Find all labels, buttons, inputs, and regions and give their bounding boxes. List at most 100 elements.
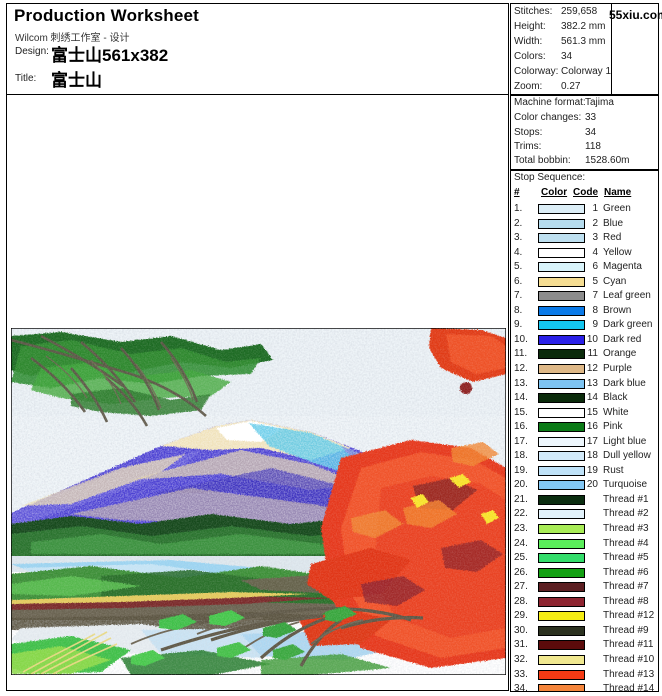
stop-sequence-row[interactable]: 3. 3 Red (511, 231, 658, 246)
machine-info-panel: Machine format: Tajima Color changes: 33 S… (510, 95, 659, 170)
thread-name: Thread #11 (603, 639, 654, 651)
stop-sequence-row[interactable]: 23. Thread #3 (511, 522, 658, 537)
mount-fuji-embroidery-svg (11, 328, 506, 675)
stat-value-width: 561.3 mm (561, 36, 606, 47)
stop-sequence-row[interactable]: 29. Thread #12 (511, 609, 658, 624)
row-number: 5. (514, 261, 523, 273)
stop-sequence-row[interactable]: 25. Thread #5 (511, 551, 658, 566)
thread-code: 12 (586, 363, 598, 375)
thread-name: Dark blue (603, 377, 646, 389)
stop-sequence-row[interactable]: 10. 10 Dark red (511, 333, 658, 348)
stop-sequence-row[interactable]: 33. Thread #13 (511, 668, 658, 683)
stop-sequence-row[interactable]: 6. 5 Cyan (511, 275, 658, 290)
stop-sequence-row[interactable]: 2. 2 Blue (511, 217, 658, 232)
stop-sequence-row[interactable]: 15. 15 White (511, 406, 658, 421)
thread-name: Thread #10 (603, 653, 655, 665)
row-number: 17. (514, 435, 528, 447)
thread-color-swatch[interactable] (538, 640, 585, 651)
thread-color-swatch[interactable] (538, 553, 585, 564)
row-number: 13. (514, 377, 528, 389)
stop-sequence-row[interactable]: 9. 9 Dark green (511, 318, 658, 333)
machine-label-total-bobbin: Total bobbin: (514, 155, 571, 166)
thread-name: Turquoise (603, 479, 648, 491)
thread-name: Thread #13 (603, 668, 655, 680)
stop-sequence-row[interactable]: 8. 8 Brown (511, 304, 658, 319)
stop-sequence-row[interactable]: 30. Thread #9 (511, 624, 658, 639)
thread-code: 4 (592, 246, 598, 258)
stop-sequence-row[interactable]: 34. Thread #14 (511, 682, 658, 691)
stat-label-zoom: Zoom: (514, 81, 543, 92)
stat-value-colors: 34 (561, 51, 573, 62)
stop-sequence-row[interactable]: 28. Thread #8 (511, 595, 658, 610)
title-value: 富士山 (51, 71, 102, 90)
thread-name: Thread #4 (603, 537, 649, 549)
production-worksheet-page: Production Worksheet Wilcom 刺绣工作室 - 设计 D… (0, 0, 662, 696)
row-number: 26. (514, 566, 528, 578)
row-number: 24. (514, 537, 528, 549)
stop-sequence-row[interactable]: 21. Thread #1 (511, 493, 658, 508)
thread-color-swatch[interactable] (538, 567, 585, 578)
thread-color-swatch[interactable] (538, 669, 585, 680)
stop-sequence-row[interactable]: 27. Thread #7 (511, 580, 658, 595)
row-number: 12. (514, 363, 528, 375)
design-canvas (6, 95, 509, 691)
design-value: 富士山561x382 (51, 46, 169, 65)
thread-code: 14 (586, 392, 598, 404)
thread-code: 18 (586, 450, 598, 462)
thread-color-swatch[interactable] (538, 538, 585, 549)
stop-sequence-row[interactable]: 7. 7 Leaf green (511, 289, 658, 304)
stop-sequence-row[interactable]: 4. 4 Yellow (511, 246, 658, 261)
thread-color-swatch[interactable] (538, 611, 585, 622)
thread-code: 13 (586, 377, 598, 389)
thread-name: Thread #7 (603, 581, 649, 593)
row-number: 23. (514, 523, 528, 535)
header-panel: Production Worksheet Wilcom 刺绣工作室 - 设计 D… (6, 3, 509, 95)
thread-color-swatch[interactable] (538, 654, 585, 665)
machine-label-format: Machine format: (514, 97, 586, 108)
column-header-name: Name (604, 187, 632, 198)
row-number: 7. (514, 290, 523, 302)
thread-color-swatch[interactable] (538, 509, 585, 520)
thread-color-swatch[interactable] (538, 596, 585, 607)
thread-code: 20 (586, 479, 598, 491)
stop-sequence-row[interactable]: 11. 11 Orange (511, 347, 658, 362)
thread-color-swatch[interactable] (538, 524, 585, 535)
stop-sequence-row[interactable]: 24. Thread #4 (511, 537, 658, 552)
row-number: 32. (514, 653, 528, 665)
stop-sequence-row[interactable]: 32. Thread #10 (511, 653, 658, 668)
thread-name: Black (603, 392, 628, 404)
thread-color-swatch[interactable] (538, 625, 585, 636)
thread-color-swatch[interactable] (538, 494, 585, 505)
stop-sequence-panel: Stop Sequence: # Color Code Name 1. 1 Gree… (510, 170, 659, 692)
stop-sequence-row[interactable]: 5. 6 Magenta (511, 260, 658, 275)
thread-name: Thread #5 (603, 552, 649, 564)
stop-sequence-row[interactable]: 19. 19 Rust (511, 464, 658, 479)
row-number: 29. (514, 610, 528, 622)
row-number: 33. (514, 668, 528, 680)
machine-value-total-bobbin: 1528.60m (585, 155, 630, 166)
stop-sequence-row[interactable]: 22. Thread #2 (511, 507, 658, 522)
thread-color-swatch[interactable] (538, 582, 585, 593)
stop-sequence-row[interactable]: 26. Thread #6 (511, 566, 658, 581)
stop-sequence-row[interactable]: 12. 12 Purple (511, 362, 658, 377)
stat-value-colorway: Colorway 1 (561, 66, 612, 77)
machine-label-trims: Trims: (514, 141, 542, 152)
stop-sequence-row[interactable]: 14. 14 Black (511, 391, 658, 406)
machine-value-format: Tajima (585, 97, 614, 108)
stop-sequence-row[interactable]: 16. 16 Pink (511, 420, 658, 435)
thread-name: Purple (603, 363, 632, 375)
stat-label-stitches: Stitches: (514, 6, 553, 17)
machine-value-stops: 34 (585, 127, 597, 138)
stop-sequence-row[interactable]: 20. 20 Turquoise (511, 478, 658, 493)
stat-label-colorway: Colorway: (514, 66, 559, 77)
thread-code: 2 (592, 217, 598, 229)
thread-color-swatch[interactable] (538, 684, 585, 691)
stop-sequence-row[interactable]: 18. 18 Dull yellow (511, 449, 658, 464)
row-number: 8. (514, 304, 523, 316)
stop-sequence-row[interactable]: 17. 17 Light blue (511, 435, 658, 450)
machine-value-color-changes: 33 (585, 112, 597, 123)
thread-name: Leaf green (603, 290, 651, 302)
stop-sequence-row[interactable]: 13. 13 Dark blue (511, 377, 658, 392)
stop-sequence-row[interactable]: 31. Thread #11 (511, 638, 658, 653)
stop-sequence-row[interactable]: 1. 1 Green (511, 202, 658, 217)
